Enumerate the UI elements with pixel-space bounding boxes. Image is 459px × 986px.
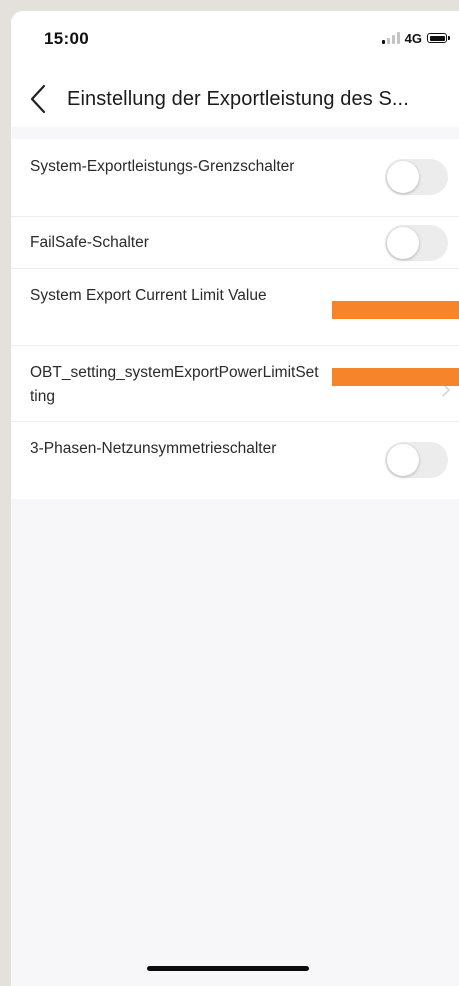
page-title: Einstellung der Exportleistung des S... bbox=[67, 88, 409, 110]
redacted-value bbox=[332, 368, 459, 386]
setting-row-phase-unbalance: 3-Phasen-Netzunsymmetrieschalter bbox=[11, 422, 459, 499]
network-type: 4G bbox=[404, 30, 422, 46]
phone-screen: 15:00 4G Einstellung der Exportleistung … bbox=[11, 11, 459, 986]
setting-label: System-Exportleistungs-Grenzschalter bbox=[30, 158, 295, 175]
toggle-knob bbox=[387, 227, 419, 259]
setting-row-export-limit-switch: System-Exportleistungs-Grenzschalter bbox=[11, 139, 459, 217]
settings-list: System-Exportleistungs-Grenzschalter Fai… bbox=[11, 139, 459, 499]
home-indicator[interactable] bbox=[147, 966, 309, 971]
export-limit-toggle[interactable] bbox=[385, 159, 448, 195]
setting-row-export-current-limit[interactable]: System Export Current Limit Value bbox=[11, 269, 459, 346]
battery-icon bbox=[427, 33, 450, 43]
toggle-knob bbox=[387, 444, 419, 476]
back-button[interactable] bbox=[28, 84, 50, 114]
setting-label: 3-Phasen-Netzunsymmetrieschalter bbox=[30, 440, 277, 457]
failsafe-toggle[interactable] bbox=[385, 225, 448, 261]
status-indicators: 4G bbox=[381, 30, 450, 46]
setting-label: FailSafe-Schalter bbox=[30, 234, 149, 251]
phase-unbalance-toggle[interactable] bbox=[385, 442, 448, 478]
status-bar: 15:00 4G bbox=[11, 11, 459, 67]
setting-label: OBT_setting_systemExportPowerLimitSettin… bbox=[30, 364, 319, 405]
setting-label: System Export Current Limit Value bbox=[30, 287, 267, 304]
toggle-knob bbox=[387, 161, 419, 193]
chevron-left-icon bbox=[30, 84, 46, 114]
setting-row-export-power-limit[interactable]: OBT_setting_systemExportPowerLimitSettin… bbox=[11, 346, 459, 422]
navigation-bar: Einstellung der Exportleistung des S... bbox=[11, 67, 459, 127]
status-time: 15:00 bbox=[44, 29, 89, 48]
signal-strength-icon bbox=[381, 32, 400, 44]
redacted-value bbox=[332, 301, 459, 319]
setting-row-failsafe: FailSafe-Schalter bbox=[11, 217, 459, 269]
device-frame: 15:00 4G Einstellung der Exportleistung … bbox=[0, 0, 459, 986]
